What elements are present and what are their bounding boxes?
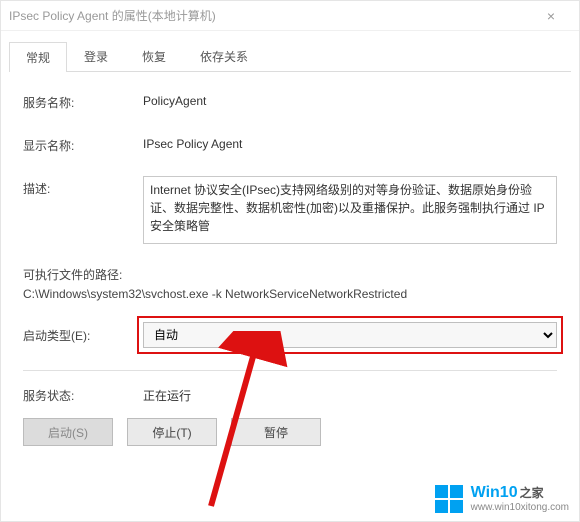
stop-button[interactable]: 停止(T) [127,418,217,446]
window-title: IPsec Policy Agent 的属性(本地计算机) [9,1,216,31]
pause-button[interactable]: 暂停 [231,418,321,446]
watermark-url: www.win10xitong.com [471,502,569,513]
display-name-value: IPsec Policy Agent [143,133,557,151]
watermark-brand: Win10 [471,484,518,502]
startup-type-label: 启动类型(E): [23,327,143,344]
description-label: 描述: [23,176,143,197]
tab-content-general: 服务名称: PolicyAgent 显示名称: IPsec Policy Age… [1,72,579,446]
tab-dependencies[interactable]: 依存关系 [183,41,265,71]
service-name-label: 服务名称: [23,90,143,111]
service-status-value: 正在运行 [143,387,557,404]
watermark-brand-suffix: 之家 [520,487,544,500]
service-name-value: PolicyAgent [143,90,557,108]
start-button: 启动(S) [23,418,113,446]
divider [23,370,557,371]
startup-type-highlight: 自动 [137,316,563,354]
properties-dialog: IPsec Policy Agent 的属性(本地计算机) × 常规 登录 恢复… [0,0,580,522]
windows-logo-icon [435,485,463,513]
exec-path-label: 可执行文件的路径: [23,266,557,285]
tab-strip: 常规 登录 恢复 依存关系 [9,41,571,72]
titlebar: IPsec Policy Agent 的属性(本地计算机) × [1,1,579,31]
startup-type-select[interactable]: 自动 [143,322,557,348]
tab-logon[interactable]: 登录 [67,41,125,71]
tab-recovery[interactable]: 恢复 [125,41,183,71]
exec-path-value: C:\Windows\system32\svchost.exe -k Netwo… [23,285,557,304]
tab-general[interactable]: 常规 [9,42,67,72]
close-icon[interactable]: × [531,1,571,31]
display-name-label: 显示名称: [23,133,143,154]
description-textarea[interactable]: Internet 协议安全(IPsec)支持网络级别的对等身份验证、数据原始身份… [143,176,557,244]
service-status-label: 服务状态: [23,387,143,404]
service-control-buttons: 启动(S) 停止(T) 暂停 [23,418,557,446]
watermark: Win10 之家 www.win10xitong.com [435,484,569,513]
